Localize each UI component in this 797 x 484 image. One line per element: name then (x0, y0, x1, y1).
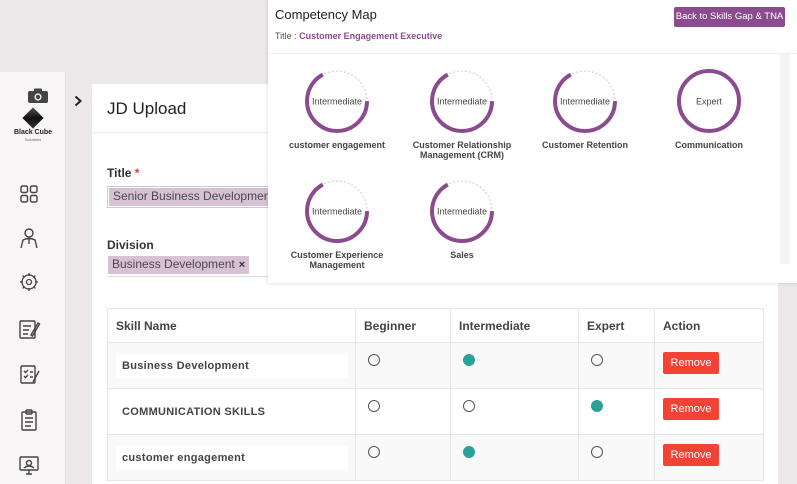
col-beginner: Beginner (355, 308, 451, 343)
intermediate-radio[interactable] (463, 446, 475, 458)
beginner-radio[interactable] (368, 354, 380, 366)
monitor-icon[interactable] (17, 454, 41, 478)
competency-gauge: Intermediate customer engagement (282, 66, 392, 150)
division-tag: Business Development × (108, 256, 250, 274)
table-row: Business Development Remove (107, 342, 764, 389)
competency-gauge: Intermediate Customer Relationship Manage… (407, 66, 517, 160)
competency-gauge: Intermediate Customer Retention (530, 66, 640, 150)
division-label: Division (107, 238, 154, 252)
competency-gauge: Intermediate Customer Experience Manageme… (282, 176, 392, 270)
beginner-radio[interactable] (368, 446, 380, 458)
competency-name: Customer Experience Management (290, 250, 384, 270)
company-logo: Black Cube Solutions (7, 107, 59, 144)
col-skill-name: Skill Name (107, 308, 356, 343)
competency-name: Sales (450, 250, 474, 260)
gauge-level-text: Intermediate (437, 207, 487, 217)
remove-button[interactable]: Remove (663, 351, 719, 374)
modal-title: Competency Map (275, 7, 377, 22)
competency-map-modal: Competency Map Title : Customer Engageme… (268, 0, 797, 283)
edit-document-icon[interactable] (17, 317, 41, 341)
col-expert: Expert (578, 308, 655, 343)
survey-icon[interactable] (17, 362, 41, 386)
skill-name: customer engagement (116, 445, 348, 470)
competency-name: Customer Relationship Management (CRM) (412, 140, 512, 160)
col-action: Action (654, 308, 764, 343)
back-to-skills-gap-button[interactable]: Back to Skills Gap & TNA (674, 7, 785, 27)
expert-radio[interactable] (591, 446, 603, 458)
table-row: COMMUNICATION SKILLS Remove (107, 388, 764, 435)
title-label: Title * (107, 166, 140, 180)
gauge-ring: Expert (677, 69, 741, 133)
dashboard-icon[interactable] (17, 182, 41, 206)
remove-tag-icon[interactable]: × (239, 259, 245, 271)
divider (268, 53, 797, 54)
page-title: JD Upload (107, 99, 187, 118)
table-row: customer engagement Remove (107, 434, 764, 481)
gauge-ring: Intermediate (305, 69, 369, 133)
competency-gauge: Intermediate Sales (407, 176, 517, 260)
gauge-ring: Intermediate (305, 179, 369, 243)
modal-subtitle: Title : Customer Engagement Executive (275, 31, 443, 41)
gauge-level-text: Intermediate (312, 97, 362, 107)
competency-name: customer engagement (288, 140, 386, 150)
gauge-level-text: Intermediate (312, 207, 362, 217)
gauge-ring: Intermediate (553, 69, 617, 133)
gauge-level-text: Intermediate (437, 97, 487, 107)
col-intermediate: Intermediate (450, 308, 579, 343)
expert-radio[interactable] (591, 400, 603, 412)
competency-name: Customer Retention (541, 140, 628, 150)
intermediate-radio[interactable] (463, 354, 475, 366)
modal-scrollbar[interactable] (780, 54, 790, 264)
gauge-ring: Intermediate (430, 69, 494, 133)
chevron-right-icon (74, 95, 82, 107)
competency-name: Communication (674, 140, 743, 150)
title-select[interactable]: Senior Business Development (107, 186, 269, 208)
sidebar: Black Cube Solutions (0, 72, 66, 484)
competency-gauge: Expert Communication (654, 66, 764, 150)
skill-name: COMMUNICATION SKILLS (116, 399, 348, 424)
remove-button[interactable]: Remove (663, 397, 719, 420)
expert-radio[interactable] (591, 354, 603, 366)
user-icon[interactable] (17, 226, 41, 250)
camera-icon[interactable] (27, 88, 49, 104)
title-value: Senior Business Development (109, 188, 268, 206)
beginner-radio[interactable] (368, 400, 380, 412)
sidebar-toggle-button[interactable] (67, 88, 89, 114)
remove-button[interactable]: Remove (663, 443, 719, 466)
skills-table: Skill Name Beginner Intermediate Expert … (107, 308, 764, 481)
team-settings-icon[interactable] (17, 270, 41, 294)
gauge-level-text: Intermediate (560, 97, 610, 107)
division-select[interactable]: Business Development × (107, 255, 269, 277)
table-header-row: Skill Name Beginner Intermediate Expert … (107, 308, 764, 343)
gauge-level-text: Expert (696, 97, 723, 107)
intermediate-radio[interactable] (463, 400, 475, 412)
gauge-ring: Intermediate (430, 179, 494, 243)
skill-name: Business Development (116, 353, 348, 378)
clipboard-icon[interactable] (17, 408, 41, 432)
